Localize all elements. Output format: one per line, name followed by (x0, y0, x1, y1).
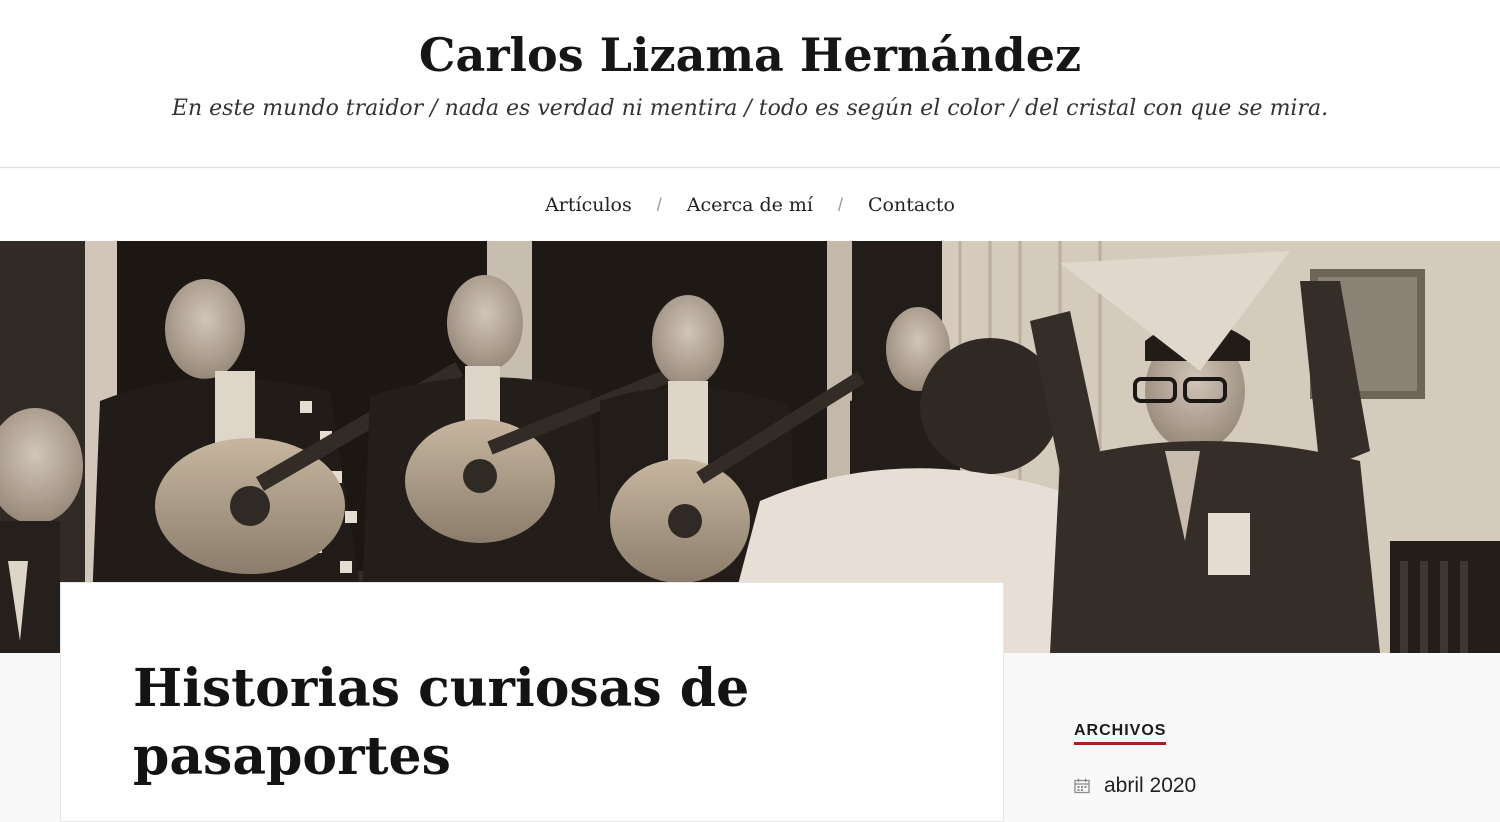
site-title[interactable]: Carlos Lizama Hernández (0, 28, 1500, 82)
site-tagline: En este mundo traidor / nada es verdad n… (171, 96, 1329, 121)
nav-item-articulos[interactable]: Artículos (545, 194, 632, 216)
nav-separator: / (838, 194, 844, 215)
site-title-link[interactable]: Carlos Lizama Hernández (419, 28, 1081, 82)
article-title-line2[interactable]: pasaportes (133, 726, 451, 787)
nav-item-contacto[interactable]: Contacto (868, 194, 955, 216)
sidebar: ARCHIVOS abril 2020 (1074, 722, 1454, 797)
archive-label[interactable]: abril 2020 (1104, 774, 1196, 798)
nav-separator: / (656, 194, 662, 215)
article-title-line1[interactable]: Historias curiosas de (133, 658, 749, 719)
site-header: Carlos Lizama Hernández En este mundo tr… (0, 0, 1500, 168)
nav-item-acerca[interactable]: Acerca de mí (687, 194, 813, 216)
main-navigation: Artículos / Acerca de mí / Contacto (0, 169, 1500, 241)
article-title[interactable]: Historias curiosas de pasaportes (133, 655, 933, 791)
archive-link-abril-2020[interactable]: abril 2020 (1074, 774, 1196, 798)
widget-title-archives: ARCHIVOS (1074, 722, 1167, 745)
calendar-icon (1074, 778, 1090, 794)
article-card: Historias curiosas de pasaportes (60, 582, 1004, 822)
